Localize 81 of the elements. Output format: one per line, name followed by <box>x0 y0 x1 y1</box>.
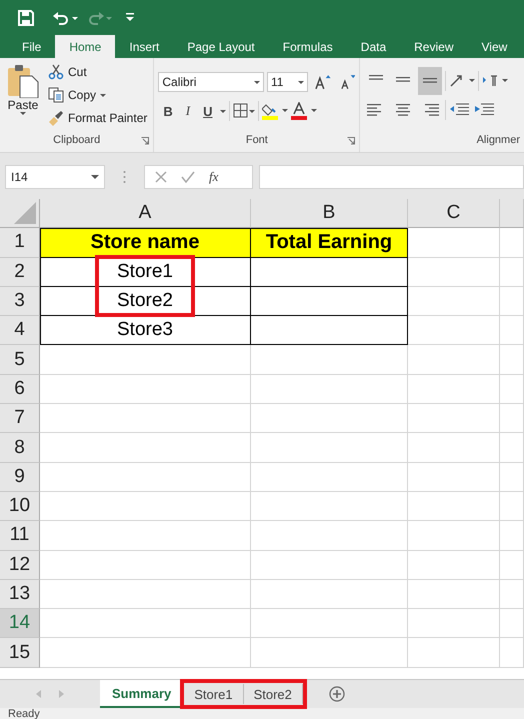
group-label: Clipboard <box>53 134 100 146</box>
paste-button[interactable]: Paste <box>4 62 42 134</box>
caret-icon <box>254 80 260 84</box>
ribbon-tab[interactable]: File <box>8 35 56 58</box>
cancel-icon[interactable] <box>155 171 167 183</box>
header-cell[interactable]: Total Earning <box>251 228 408 258</box>
scroll-left-icon[interactable] <box>36 690 41 698</box>
row-header[interactable]: 10 <box>0 492 40 522</box>
italic-button[interactable]: I <box>180 100 196 122</box>
underline-button[interactable]: U <box>198 100 218 122</box>
header-cell[interactable]: Store name <box>40 228 251 258</box>
name-box[interactable]: I14 <box>5 165 105 189</box>
row-header[interactable]: 5 <box>0 345 40 375</box>
formula-input[interactable] <box>259 165 524 189</box>
sheet-tab[interactable]: Store2 <box>244 684 303 704</box>
font-name-field[interactable]: Calibri <box>158 72 264 92</box>
scissors-icon <box>48 64 64 80</box>
table-cell[interactable] <box>251 316 408 346</box>
row-header[interactable]: 3 <box>0 286 40 316</box>
ribbon-tab[interactable]: Review <box>400 35 468 58</box>
table-cell[interactable]: Store1 <box>40 258 251 287</box>
redo-icon[interactable] <box>86 10 112 26</box>
table-cell[interactable]: Store3 <box>40 316 251 346</box>
row-header[interactable]: 12 <box>0 550 40 580</box>
column-header[interactable]: A <box>40 199 251 228</box>
group-label: Alignmer <box>476 134 520 146</box>
caret-icon <box>20 112 26 115</box>
select-all-icon[interactable] <box>14 202 36 224</box>
shrink-font-icon[interactable] <box>340 74 356 90</box>
scroll-right-icon[interactable] <box>59 690 64 698</box>
copy-icon <box>48 87 64 103</box>
ribbon-tab[interactable]: Formulas <box>268 35 347 58</box>
column-header[interactable]: C <box>408 199 500 228</box>
row-header[interactable]: 1 <box>0 228 40 258</box>
caret-icon <box>220 110 226 112</box>
caret-icon <box>91 175 99 179</box>
caret-icon <box>100 94 106 96</box>
grip-icon <box>123 170 126 184</box>
row-header[interactable]: 9 <box>0 462 40 492</box>
font-color-icon[interactable] <box>291 102 318 120</box>
table-cell[interactable] <box>251 286 408 316</box>
ribbon-tab[interactable]: Page Layout <box>173 35 269 58</box>
fill-color-icon[interactable] <box>262 102 288 120</box>
row-header[interactable]: 4 <box>0 316 40 346</box>
column-header[interactable] <box>500 199 524 228</box>
row-header[interactable]: 15 <box>0 638 40 668</box>
bold-button[interactable]: B <box>158 100 178 122</box>
enter-icon[interactable] <box>181 171 195 183</box>
group-label: Font <box>246 134 268 146</box>
copy-button[interactable]: Copy <box>46 85 150 105</box>
caret-icon <box>298 80 304 84</box>
sheet-tab[interactable]: Store1 <box>184 684 244 704</box>
grow-font-icon[interactable] <box>315 74 331 90</box>
clipboard-icon <box>6 64 40 98</box>
format-painter-button[interactable]: Format Painter <box>46 108 150 128</box>
dialog-launcher-icon[interactable] <box>347 137 356 145</box>
dialog-launcher-icon[interactable] <box>141 137 150 145</box>
table-cell[interactable]: Store2 <box>40 286 251 316</box>
row-header[interactable]: 7 <box>0 404 40 434</box>
customize-caret-icon[interactable] <box>126 13 134 22</box>
row-header[interactable]: 14 <box>0 609 40 638</box>
column-header[interactable]: B <box>251 199 408 228</box>
undo-icon[interactable] <box>52 10 78 26</box>
ribbon-tab[interactable]: Data <box>346 35 400 58</box>
row-header[interactable]: 13 <box>0 580 40 610</box>
row-header[interactable]: 11 <box>0 521 40 551</box>
row-header[interactable]: 2 <box>0 258 40 287</box>
status-text: Ready <box>8 708 40 719</box>
ribbon-tab[interactable]: View <box>468 35 522 58</box>
ribbon-tab[interactable]: Insert <box>115 35 174 58</box>
borders-icon[interactable] <box>233 103 256 119</box>
table-cell[interactable] <box>251 258 408 287</box>
row-header[interactable]: 8 <box>0 433 40 463</box>
font-size-field[interactable]: 11 <box>266 72 308 92</box>
plus-circle-icon <box>328 686 345 702</box>
row-header[interactable]: 6 <box>0 374 40 404</box>
save-icon[interactable] <box>18 10 34 26</box>
cut-button[interactable]: Cut <box>46 62 150 82</box>
paintbrush-icon <box>48 110 64 126</box>
insert-function-button[interactable]: fx <box>209 169 218 185</box>
ribbon-tab[interactable]: Home <box>55 35 116 58</box>
